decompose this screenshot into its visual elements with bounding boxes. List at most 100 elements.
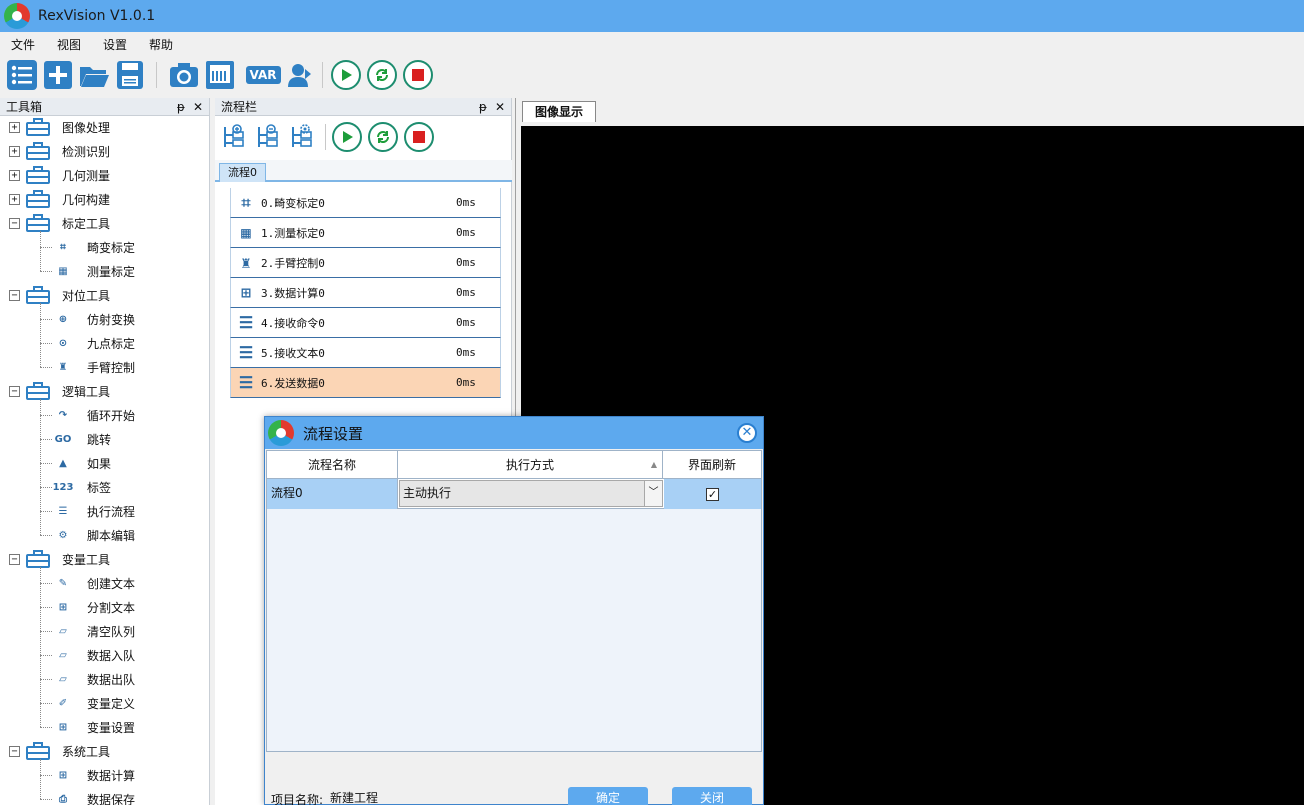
tree-item[interactable]: ↷ 循环开始 (52, 403, 135, 427)
tree-item[interactable]: ▱ 清空队列 (52, 619, 135, 643)
table-row[interactable]: 流程0 主动执行 ﹀ ✓ (267, 479, 761, 509)
tree-item[interactable]: ⊞ 数据计算 (52, 763, 135, 787)
menu-settings[interactable]: 设置 (92, 36, 138, 53)
menu-help[interactable]: 帮助 (138, 36, 184, 53)
expand-icon[interactable]: + (9, 193, 20, 205)
app-logo-icon (268, 420, 294, 446)
pin-icon[interactable]: ᵽ (177, 98, 185, 116)
save-icon[interactable] (114, 59, 146, 91)
tree-item-label: 手臂控制 (87, 360, 136, 375)
run-icon[interactable] (331, 121, 363, 153)
flow-settings-icon[interactable] (287, 121, 319, 153)
toolbar-separator (156, 62, 157, 88)
tree-group[interactable]: + 几何测量 (9, 163, 110, 187)
flow-item[interactable]: ⌗ 0.畸变标定0 0ms (230, 188, 501, 218)
toolbox-folder-icon (26, 142, 50, 160)
add-flow-icon[interactable] (219, 121, 251, 153)
expand-icon[interactable]: + (9, 121, 20, 133)
close-button[interactable]: 关闭 (672, 787, 752, 805)
close-icon[interactable]: ✕ (495, 98, 505, 116)
flow-item[interactable]: ☰ 6.发送数据0 0ms (230, 368, 501, 398)
tree-group[interactable]: + 几何构建 (9, 187, 110, 211)
data-calc-icon: ⊞ (58, 769, 68, 781)
stop-icon[interactable] (403, 121, 435, 153)
tab-flow0[interactable]: 流程0 (219, 163, 266, 182)
tree-connector (40, 775, 52, 776)
goto-icon: GO (54, 433, 72, 445)
tree-item[interactable]: ▦ 测量标定 (52, 259, 135, 283)
tree-item[interactable]: ⊙ 九点标定 (52, 331, 135, 355)
pin-icon[interactable]: ᵽ (479, 98, 487, 116)
run-icon[interactable] (330, 59, 362, 91)
var-define-icon: ✐ (58, 697, 68, 709)
open-folder-icon[interactable] (78, 59, 110, 91)
column-header-refresh[interactable]: 界面刷新 (663, 451, 761, 479)
menu-file[interactable]: 文件 (0, 36, 46, 53)
menu-view[interactable]: 视图 (46, 36, 92, 53)
tree-item[interactable]: ⊞ 变量设置 (52, 715, 135, 739)
flow-item-time: 0ms (456, 346, 476, 359)
collapse-icon[interactable]: − (9, 217, 20, 229)
tree-group[interactable]: − 标定工具 (9, 211, 110, 235)
loop-icon[interactable] (366, 59, 398, 91)
flow-item[interactable]: ♜ 2.手臂控制0 0ms (230, 248, 501, 278)
collapse-icon[interactable]: − (9, 553, 20, 565)
ok-button[interactable]: 确定 (568, 787, 648, 805)
tree-item[interactable]: ✐ 变量定义 (52, 691, 135, 715)
toolbox-folder-icon (26, 214, 50, 232)
expand-icon[interactable]: + (9, 169, 20, 181)
tree-item[interactable]: ⎙ 数据保存 (52, 787, 135, 805)
tree-item[interactable]: GO 跳转 (52, 427, 111, 451)
collapse-icon[interactable]: − (9, 289, 20, 301)
column-header-mode[interactable]: 执行方式 ▲ (398, 451, 663, 479)
flow-item-name: 6.发送数据0 (261, 376, 325, 390)
tree-item[interactable]: ♜ 手臂控制 (52, 355, 136, 379)
close-icon[interactable]: ✕ (737, 423, 757, 443)
tree-group[interactable]: − 逻辑工具 (9, 379, 110, 403)
tree-group[interactable]: − 系统工具 (9, 739, 110, 763)
column-header-name[interactable]: 流程名称 (267, 451, 398, 479)
tree-item-label: 执行流程 (87, 504, 136, 519)
image-icon[interactable] (204, 59, 236, 91)
tree-item[interactable]: ▱ 数据入队 (52, 643, 135, 667)
tree-group[interactable]: + 图像处理 (9, 115, 110, 139)
flow-item[interactable]: ⊞ 3.数据计算0 0ms (230, 278, 501, 308)
close-icon[interactable]: ✕ (193, 98, 203, 116)
list-icon[interactable] (6, 59, 38, 91)
flow-item-name: 4.接收命令0 (261, 316, 325, 330)
tree-item[interactable]: ✎ 创建文本 (52, 571, 135, 595)
flow-item[interactable]: ▦ 1.测量标定0 0ms (230, 218, 501, 248)
tree-item-label: 标签 (87, 480, 112, 495)
flow-item[interactable]: ☰ 5.接收文本0 0ms (230, 338, 501, 368)
tree-item-label: 数据计算 (87, 768, 136, 783)
tree-item[interactable]: ⊞ 分割文本 (52, 595, 135, 619)
tree-item[interactable]: ▱ 数据出队 (52, 667, 135, 691)
user-icon[interactable] (284, 59, 316, 91)
toolbox-folder-icon (26, 742, 50, 760)
tree-item[interactable]: ⌗ 畸变标定 (52, 235, 135, 259)
tree-group[interactable]: − 对位工具 (9, 283, 110, 307)
flow-name-cell[interactable]: 流程0 (267, 479, 398, 509)
tree-item[interactable]: ⊕ 仿射变换 (52, 307, 135, 331)
expand-icon[interactable]: + (9, 145, 20, 157)
new-icon[interactable] (42, 59, 74, 91)
tree-group[interactable]: + 检测识别 (9, 139, 110, 163)
stop-icon[interactable] (402, 59, 434, 91)
tree-item[interactable]: ⚙ 脚本编辑 (52, 523, 136, 547)
tab-image-display[interactable]: 图像显示 (522, 101, 597, 122)
loop-icon[interactable] (367, 121, 399, 153)
tree-group[interactable]: − 变量工具 (9, 547, 110, 571)
remove-flow-icon[interactable] (253, 121, 285, 153)
collapse-icon[interactable]: − (9, 745, 20, 757)
tree-item[interactable]: 123 标签 (52, 475, 111, 499)
var-icon[interactable]: VAR (245, 59, 281, 91)
tree-item[interactable]: ☰ 执行流程 (52, 499, 136, 523)
chevron-down-icon[interactable]: ﹀ (644, 481, 662, 506)
refresh-checkbox[interactable]: ✓ (706, 487, 719, 501)
tree-item-label: 数据出队 (87, 672, 136, 687)
tree-item[interactable]: ▲ 如果 (52, 451, 111, 475)
collapse-icon[interactable]: − (9, 385, 20, 397)
flow-item[interactable]: ☰ 4.接收命令0 0ms (230, 308, 501, 338)
camera-icon[interactable] (168, 59, 200, 91)
execution-mode-select[interactable]: 主动执行 ﹀ (399, 480, 663, 507)
